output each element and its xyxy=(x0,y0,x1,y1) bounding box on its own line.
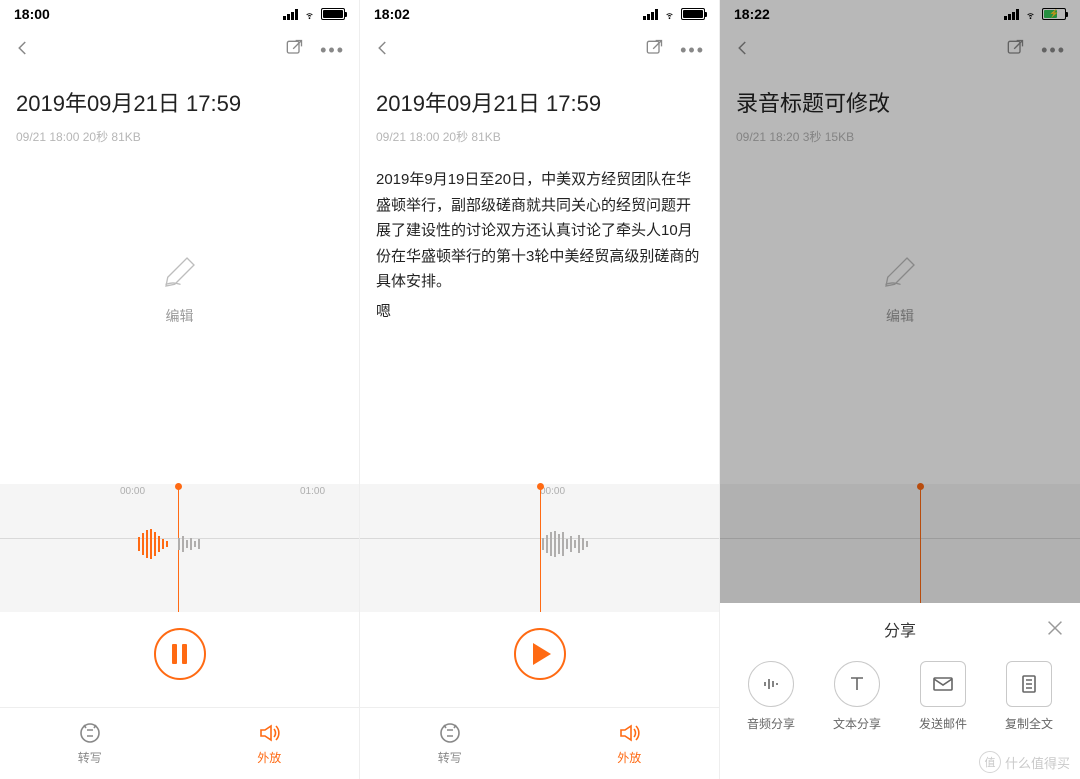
pause-button[interactable] xyxy=(154,628,206,680)
note-title[interactable]: 2019年09月21日 17:59 xyxy=(376,86,703,118)
note-header: 2019年09月21日 17:59 09/21 18:00 20秒 81KB xyxy=(0,72,359,151)
status-bar: 18:02 xyxy=(360,0,719,28)
playhead[interactable] xyxy=(540,484,541,612)
speaker-icon xyxy=(617,721,641,745)
waveform-area[interactable]: 00:00 xyxy=(360,484,719,612)
note-meta: 09/21 18:00 20秒 81KB xyxy=(376,128,703,145)
share-options: 音频分享 文本分享 发送邮件 复制全文 xyxy=(720,655,1080,742)
tab-transcribe[interactable]: 转写 xyxy=(360,708,540,779)
close-button[interactable] xyxy=(1044,617,1066,639)
more-button[interactable]: ••• xyxy=(320,41,345,59)
share-sheet-header: 分享 xyxy=(720,603,1080,655)
share-sheet-title: 分享 xyxy=(884,617,916,641)
back-button[interactable] xyxy=(374,39,392,62)
note-header: 2019年09月21日 17:59 09/21 18:00 20秒 81KB xyxy=(360,72,719,151)
share-text[interactable]: 文本分享 xyxy=(814,661,900,732)
close-icon xyxy=(1044,617,1066,639)
transcript-p2: 嗯 xyxy=(376,299,703,325)
tab-transcribe-label: 转写 xyxy=(438,749,462,766)
audio-bars-icon xyxy=(759,672,783,696)
nav-bar: ••• xyxy=(0,28,359,72)
note-title[interactable]: 2019年09月21日 17:59 xyxy=(16,86,343,118)
transcript-text[interactable]: 2019年9月19日至20日，中美双方经贸团队在华盛顿举行，副部级磋商就共同关心… xyxy=(360,151,719,340)
bottom-tabs: 转写 外放 xyxy=(360,707,719,779)
share-mail[interactable]: 发送邮件 xyxy=(900,661,986,732)
back-button[interactable] xyxy=(14,39,32,62)
wifi-icon xyxy=(302,9,317,20)
pencil-icon xyxy=(159,280,201,297)
status-icons xyxy=(283,8,345,20)
status-bar: 18:00 xyxy=(0,0,359,28)
tick-01: 01:00 xyxy=(300,486,325,497)
transcribe-icon xyxy=(78,721,102,745)
share-audio-label: 音频分享 xyxy=(747,715,795,732)
tab-speaker[interactable]: 外放 xyxy=(180,708,360,779)
pane-3: 18:22 ⚡ ••• 录音标题可修改 09/21 18:20 3秒 15KB … xyxy=(720,0,1080,779)
bottom-tabs: 转写 外放 xyxy=(0,707,359,779)
share-copy-label: 复制全文 xyxy=(1005,715,1053,732)
nav-bar: ••• xyxy=(360,28,719,72)
transcribe-icon xyxy=(438,721,462,745)
waveform-rest xyxy=(178,514,200,574)
signal-icon xyxy=(283,9,298,20)
pane-1: 18:00 ••• 2019年09月21日 17:59 09/21 18:00 … xyxy=(0,0,360,779)
playback-controls xyxy=(0,618,359,690)
waveform-area[interactable]: 00:00 01:00 xyxy=(0,484,359,612)
status-time: 18:00 xyxy=(14,6,50,22)
battery-icon xyxy=(321,8,345,20)
share-text-label: 文本分享 xyxy=(833,715,881,732)
watermark-text: 什么值得买 xyxy=(1005,753,1070,772)
signal-icon xyxy=(643,9,658,20)
share-audio[interactable]: 音频分享 xyxy=(728,661,814,732)
wifi-icon xyxy=(662,9,677,20)
share-button[interactable] xyxy=(284,38,304,63)
play-icon xyxy=(533,643,551,665)
waveform xyxy=(542,514,588,574)
tab-speaker[interactable]: 外放 xyxy=(540,708,720,779)
play-button[interactable] xyxy=(514,628,566,680)
copy-doc-icon xyxy=(1017,672,1041,696)
tab-speaker-label: 外放 xyxy=(617,749,641,766)
waveform-played xyxy=(138,514,168,574)
speaker-icon xyxy=(257,721,281,745)
watermark: 值 什么值得买 xyxy=(979,751,1070,773)
tab-transcribe[interactable]: 转写 xyxy=(0,708,180,779)
transcript-p1: 2019年9月19日至20日，中美双方经贸团队在华盛顿举行，副部级磋商就共同关心… xyxy=(376,167,703,295)
watermark-badge: 值 xyxy=(979,751,1001,773)
status-time: 18:02 xyxy=(374,6,410,22)
more-button[interactable]: ••• xyxy=(680,41,705,59)
status-icons xyxy=(643,8,705,20)
pane-2: 18:02 ••• 2019年09月21日 17:59 09/21 18:00 … xyxy=(360,0,720,779)
share-mail-label: 发送邮件 xyxy=(919,715,967,732)
tab-transcribe-label: 转写 xyxy=(78,749,102,766)
note-meta: 09/21 18:00 20秒 81KB xyxy=(16,128,343,145)
pause-icon xyxy=(172,644,187,664)
tab-speaker-label: 外放 xyxy=(257,749,281,766)
edit-label: 编辑 xyxy=(0,306,359,326)
share-copy[interactable]: 复制全文 xyxy=(986,661,1072,732)
battery-icon xyxy=(681,8,705,20)
text-t-icon xyxy=(845,672,869,696)
playback-controls xyxy=(360,618,719,690)
mail-icon xyxy=(931,672,955,696)
share-button[interactable] xyxy=(644,38,664,63)
tick-00: 00:00 xyxy=(120,486,145,497)
edit-placeholder[interactable]: 编辑 xyxy=(0,251,359,326)
